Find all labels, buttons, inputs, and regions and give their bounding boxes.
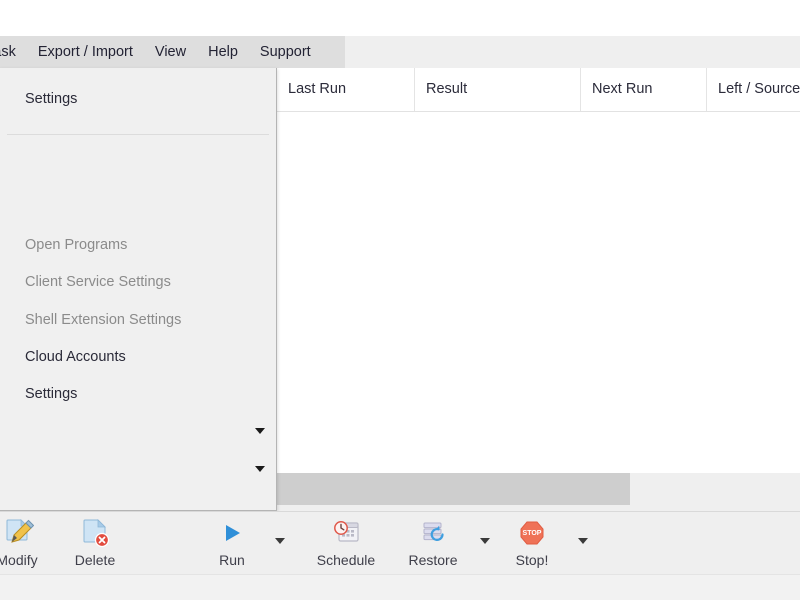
menu-option-submenu-a[interactable]: [0, 418, 276, 444]
menu-separator-1: [7, 134, 269, 135]
schedule-button-label: Schedule: [316, 552, 376, 568]
stop-dropdown-caret-icon[interactable]: [578, 538, 588, 544]
window-top-gap: [0, 0, 800, 36]
delete-button-label: Delete: [74, 552, 116, 568]
stop-button-label: Stop!: [515, 552, 549, 568]
modify-button[interactable]: Modify: [0, 515, 52, 573]
chevron-down-icon: [255, 428, 265, 434]
svg-text:STOP: STOP: [523, 530, 542, 537]
chevron-down-icon: [255, 466, 265, 472]
run-button-label: Run: [219, 552, 245, 568]
document-pencil-icon: [0, 516, 35, 550]
column-header-left-source[interactable]: Left / Source: [706, 68, 800, 111]
restore-dropdown-caret-icon[interactable]: [480, 538, 490, 544]
menu-item-help[interactable]: Help: [197, 36, 249, 68]
menu-option-label: Settings: [25, 386, 78, 402]
run-dropdown-caret-icon[interactable]: [275, 538, 285, 544]
grey-bar-background: [630, 473, 800, 505]
restore-button[interactable]: Restore: [400, 515, 466, 573]
menu-item-view[interactable]: View: [144, 36, 197, 68]
view-dropdown-menu: Settings Open Programs Client Service Se…: [0, 68, 277, 511]
delete-button[interactable]: Delete: [64, 515, 126, 573]
schedule-button[interactable]: Schedule: [310, 515, 382, 573]
menu-option-label: Cloud Accounts: [25, 349, 126, 365]
menu-item-task[interactable]: Task: [0, 36, 27, 68]
menu-option-label: Client Service Settings: [25, 274, 171, 290]
bottom-toolbar: Modify Delete Run Schedule Restore STOP …: [0, 511, 800, 574]
run-button[interactable]: Run: [204, 515, 260, 573]
menu-option-settings-top[interactable]: Settings: [0, 86, 276, 112]
stop-button[interactable]: STOP Stop!: [502, 515, 562, 573]
stop-sign-icon: STOP: [515, 516, 549, 550]
task-scheduler-window: Task Export / Import View Help Support L…: [0, 0, 800, 600]
column-header-next-run[interactable]: Next Run: [580, 68, 706, 111]
menu-option-label: Settings: [25, 91, 78, 107]
menu-option-shell-extension-settings[interactable]: Shell Extension Settings: [0, 307, 276, 333]
status-progress-bar: [277, 473, 630, 505]
play-icon: [215, 516, 249, 550]
restore-button-label: Restore: [408, 552, 458, 568]
modify-button-label: Modify: [0, 552, 38, 568]
task-list-column-header: Last Run Result Next Run Left / Source: [277, 68, 800, 112]
calendar-clock-icon: [329, 516, 363, 550]
menu-option-settings-bottom[interactable]: Settings: [0, 381, 276, 407]
column-header-result[interactable]: Result: [414, 68, 580, 111]
menubar-filler: [345, 36, 800, 68]
menu-option-label: Shell Extension Settings: [25, 312, 182, 328]
toolbar-bottom-strip: [0, 574, 800, 600]
menu-item-support[interactable]: Support: [249, 36, 322, 68]
task-list-body[interactable]: [277, 112, 800, 473]
menu-option-cloud-accounts[interactable]: Cloud Accounts: [0, 344, 276, 370]
menu-option-label: Open Programs: [25, 237, 128, 253]
document-delete-icon: [78, 516, 112, 550]
menu-option-open-programs[interactable]: Open Programs: [0, 232, 276, 258]
menu-option-client-service-settings[interactable]: Client Service Settings: [0, 269, 276, 295]
menu-option-submenu-b[interactable]: [0, 456, 276, 482]
column-header-last-run[interactable]: Last Run: [277, 68, 414, 111]
restore-layers-icon: [416, 516, 450, 550]
menu-bar: Task Export / Import View Help Support: [0, 36, 345, 68]
menu-item-export-import[interactable]: Export / Import: [27, 36, 144, 68]
